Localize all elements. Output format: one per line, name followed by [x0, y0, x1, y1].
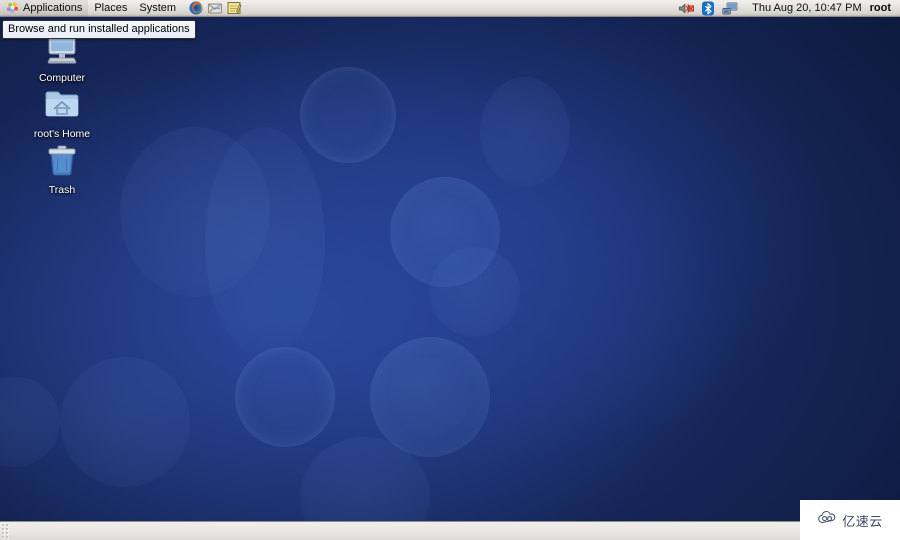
- cloud-logo-icon: [817, 510, 839, 530]
- menu-places[interactable]: Places: [88, 0, 133, 17]
- menu-applications-label: Applications: [23, 1, 83, 14]
- menu-applications[interactable]: Applications: [0, 0, 89, 17]
- desktop-icon-trash[interactable]: Trash: [21, 142, 103, 196]
- wallpaper-bokeh-circle: [370, 337, 490, 457]
- wallpaper-bokeh-circle: [205, 127, 325, 357]
- system-tray: [678, 1, 744, 16]
- tooltip-text: Browse and run installed applications: [8, 23, 190, 35]
- menu-system[interactable]: System: [133, 0, 182, 17]
- wallpaper-bokeh-circle: [60, 357, 190, 487]
- desktop-screen: Computer root's Home Trash Applications …: [0, 0, 900, 540]
- tooltip: Browse and run installed applications: [2, 20, 196, 39]
- desktop-icon-home[interactable]: root's Home: [21, 86, 103, 140]
- wallpaper-bokeh-circle: [430, 247, 520, 337]
- wallpaper-bokeh-circle: [480, 77, 570, 187]
- wallpaper-bokeh-circle: [300, 67, 396, 163]
- panel-drag-handle[interactable]: [1, 522, 10, 540]
- watermark-text: 亿速云: [842, 514, 883, 530]
- flower-icon: [6, 1, 20, 15]
- clock[interactable]: Thu Aug 20, 10:47 PM: [744, 0, 869, 17]
- panel-launchers: [188, 0, 242, 16]
- menu-system-label: System: [139, 1, 177, 14]
- desktop-wallpaper[interactable]: Computer root's Home Trash: [0, 17, 900, 521]
- top-panel: Applications Places System Thu Aug 20, 1…: [0, 0, 900, 17]
- user-menu[interactable]: root: [870, 0, 900, 17]
- home-folder-icon: [40, 86, 84, 126]
- wallpaper-bokeh-circle: [235, 347, 335, 447]
- volume-muted-icon[interactable]: [678, 1, 695, 16]
- bottom-panel: [0, 521, 900, 540]
- desktop-icon-label: Trash: [48, 184, 76, 196]
- watermark: 亿速云: [800, 500, 900, 540]
- trash-icon: [40, 142, 84, 182]
- desktop-icon-label: root's Home: [33, 128, 91, 140]
- text-editor-icon[interactable]: [226, 0, 242, 16]
- bluetooth-icon[interactable]: [700, 1, 716, 16]
- firefox-icon[interactable]: [188, 0, 204, 16]
- email-icon[interactable]: [207, 0, 223, 16]
- desktop-icon-label: Computer: [38, 72, 86, 84]
- menu-places-label: Places: [94, 1, 128, 14]
- network-icon[interactable]: [722, 1, 738, 16]
- wallpaper-bokeh-circle: [0, 377, 60, 467]
